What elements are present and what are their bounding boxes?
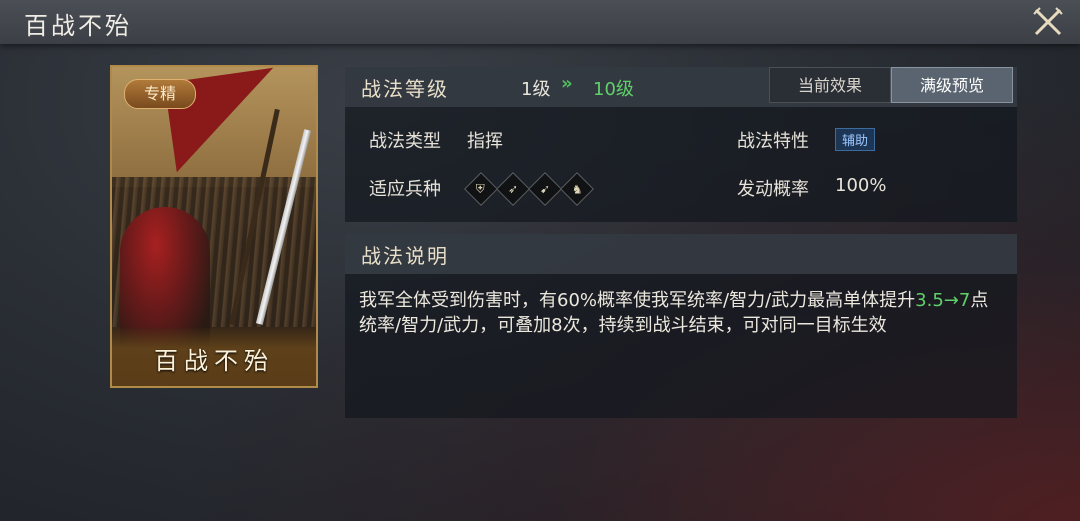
- skill-info-panel: 战法等级 1级 » 10级 当前效果 满级预览 战法类型 指挥 战法特性 辅助 …: [345, 67, 1017, 222]
- description-text: 我军全体受到伤害时，有60%概率使我军统率/智力/武力最高单体提升3.5→7点统…: [359, 290, 989, 336]
- level-header: 战法等级 1级 » 10级 当前效果 满级预览: [345, 67, 1017, 107]
- skill-trait-key: 战法特性: [737, 131, 809, 152]
- title-bar: 百战不殆: [0, 0, 1080, 44]
- skill-type-row: 战法类型 指挥: [369, 127, 669, 153]
- max-level: 10级: [593, 79, 634, 100]
- trigger-rate-row: 发动概率 100%: [737, 175, 997, 201]
- bow-icon: ➶: [496, 172, 530, 206]
- trigger-rate-value: 100%: [835, 175, 887, 196]
- level-label: 战法等级: [361, 77, 449, 101]
- trigger-rate-key: 发动概率: [737, 179, 809, 200]
- effect-tabs: 当前效果 满级预览: [769, 67, 1013, 105]
- current-level: 1级: [521, 79, 551, 100]
- troop-type-key: 适应兵种: [369, 179, 441, 200]
- description-label: 战法说明: [361, 244, 449, 268]
- spear-icon: ➹: [528, 172, 562, 206]
- skill-type-key: 战法类型: [369, 131, 441, 152]
- highlight-value: 3.5→7: [915, 290, 971, 311]
- card-name: 百战不殆: [154, 347, 274, 375]
- shield-icon: ⛨: [464, 172, 498, 206]
- specialty-badge: 专精: [124, 79, 196, 109]
- skill-card: 专精 百战不殆: [110, 65, 318, 388]
- window-title: 百战不殆: [24, 12, 132, 40]
- horse-icon: ♞: [560, 172, 594, 206]
- troop-type-row: 适应兵种 ⛨ ➶ ➹ ♞: [369, 172, 669, 206]
- tab-max-preview[interactable]: 满级预览: [891, 67, 1013, 103]
- troop-icons: ⛨ ➶ ➹ ♞: [464, 172, 594, 206]
- trait-tag: 辅助: [835, 128, 876, 151]
- tab-current-effect[interactable]: 当前效果: [769, 67, 891, 103]
- double-chevron-icon: »: [561, 73, 573, 94]
- skill-trait-row: 战法特性 辅助: [737, 127, 997, 153]
- skill-type-value: 指挥: [467, 131, 503, 152]
- description-header: 战法说明: [345, 234, 1017, 274]
- crossed-swords-close-icon[interactable]: [1030, 4, 1066, 40]
- skill-description-panel: 战法说明 我军全体受到伤害时，有60%概率使我军统率/智力/武力最高单体提升3.…: [345, 234, 1017, 418]
